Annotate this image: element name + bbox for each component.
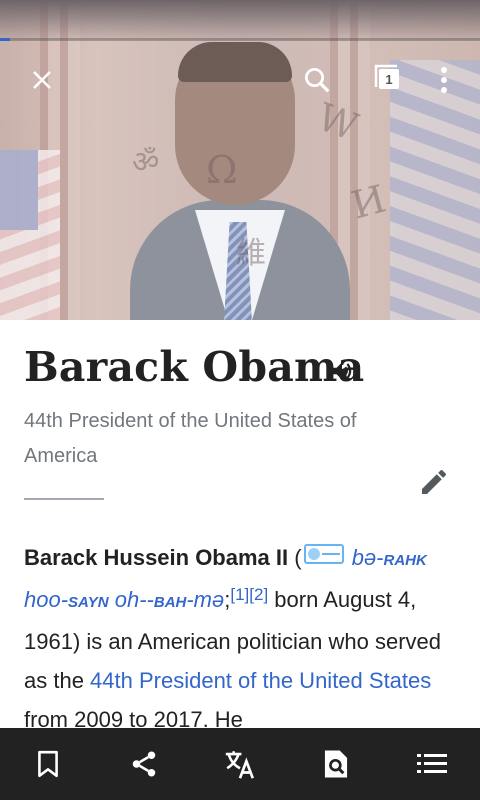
- flag-left: [0, 150, 60, 320]
- portrait-hair: [178, 42, 292, 82]
- page-title: Barack Obama: [24, 343, 365, 391]
- ipa-part: bə-: [351, 545, 384, 570]
- speaker-icon: [332, 362, 352, 380]
- page-load-progress-fill: [0, 38, 10, 41]
- bottom-action-bar: [0, 728, 480, 800]
- ipa-stress: RAHK: [383, 552, 427, 569]
- close-button[interactable]: [18, 56, 66, 104]
- find-in-page-icon: [324, 750, 348, 778]
- ipa-stress: SAYN: [68, 594, 109, 611]
- status-bar-shade: [0, 0, 480, 40]
- table-of-contents-button[interactable]: [400, 732, 464, 796]
- reference-link[interactable]: [1]: [230, 585, 249, 604]
- reference-link[interactable]: [2]: [249, 585, 268, 604]
- bookmark-icon: [38, 750, 58, 778]
- ipa-part: oh-: [108, 587, 147, 612]
- puzzle-glyph: 維: [236, 236, 266, 271]
- tabs-count-badge: 1: [379, 69, 399, 89]
- open-paren: (: [288, 545, 302, 570]
- article-link[interactable]: 44th President of the United States: [90, 668, 431, 693]
- page-description: 44th President of the United States of A…: [24, 410, 357, 467]
- ipa-stress: BAH: [153, 594, 187, 611]
- table-of-contents-icon: [417, 754, 447, 773]
- change-language-button[interactable]: [208, 732, 272, 796]
- subject-bold-name: Barack Hussein Obama II: [24, 545, 289, 570]
- lead-image[interactable]: W Ω И 維 ॐ 1: [0, 0, 480, 320]
- find-in-page-button[interactable]: [304, 732, 368, 796]
- pronunciation-button[interactable]: [329, 358, 355, 384]
- save-bookmark-button[interactable]: [16, 732, 80, 796]
- listen-audio-icon[interactable]: [303, 544, 344, 564]
- pencil-icon: [422, 469, 447, 494]
- overflow-menu-icon: [441, 67, 447, 93]
- share-button[interactable]: [112, 732, 176, 796]
- page-load-progress: [0, 38, 480, 41]
- translate-icon: [225, 751, 255, 779]
- title-divider: [24, 498, 104, 500]
- search-button[interactable]: [293, 56, 341, 104]
- share-icon: [132, 751, 156, 777]
- puzzle-glyph: ॐ: [132, 145, 160, 180]
- edit-description-button[interactable]: [412, 460, 456, 504]
- close-icon: [33, 71, 51, 89]
- search-icon: [305, 68, 330, 93]
- overflow-menu-button[interactable]: [420, 56, 468, 104]
- ipa-part: -mə: [186, 587, 225, 612]
- tabs-button[interactable]: 1: [366, 56, 414, 104]
- ipa-part: hoo-: [24, 587, 69, 612]
- puzzle-glyph: Ω: [206, 148, 238, 192]
- article-lead-paragraph: Barack Hussein Obama II ( bə-RAHK hoo-SA…: [24, 538, 464, 739]
